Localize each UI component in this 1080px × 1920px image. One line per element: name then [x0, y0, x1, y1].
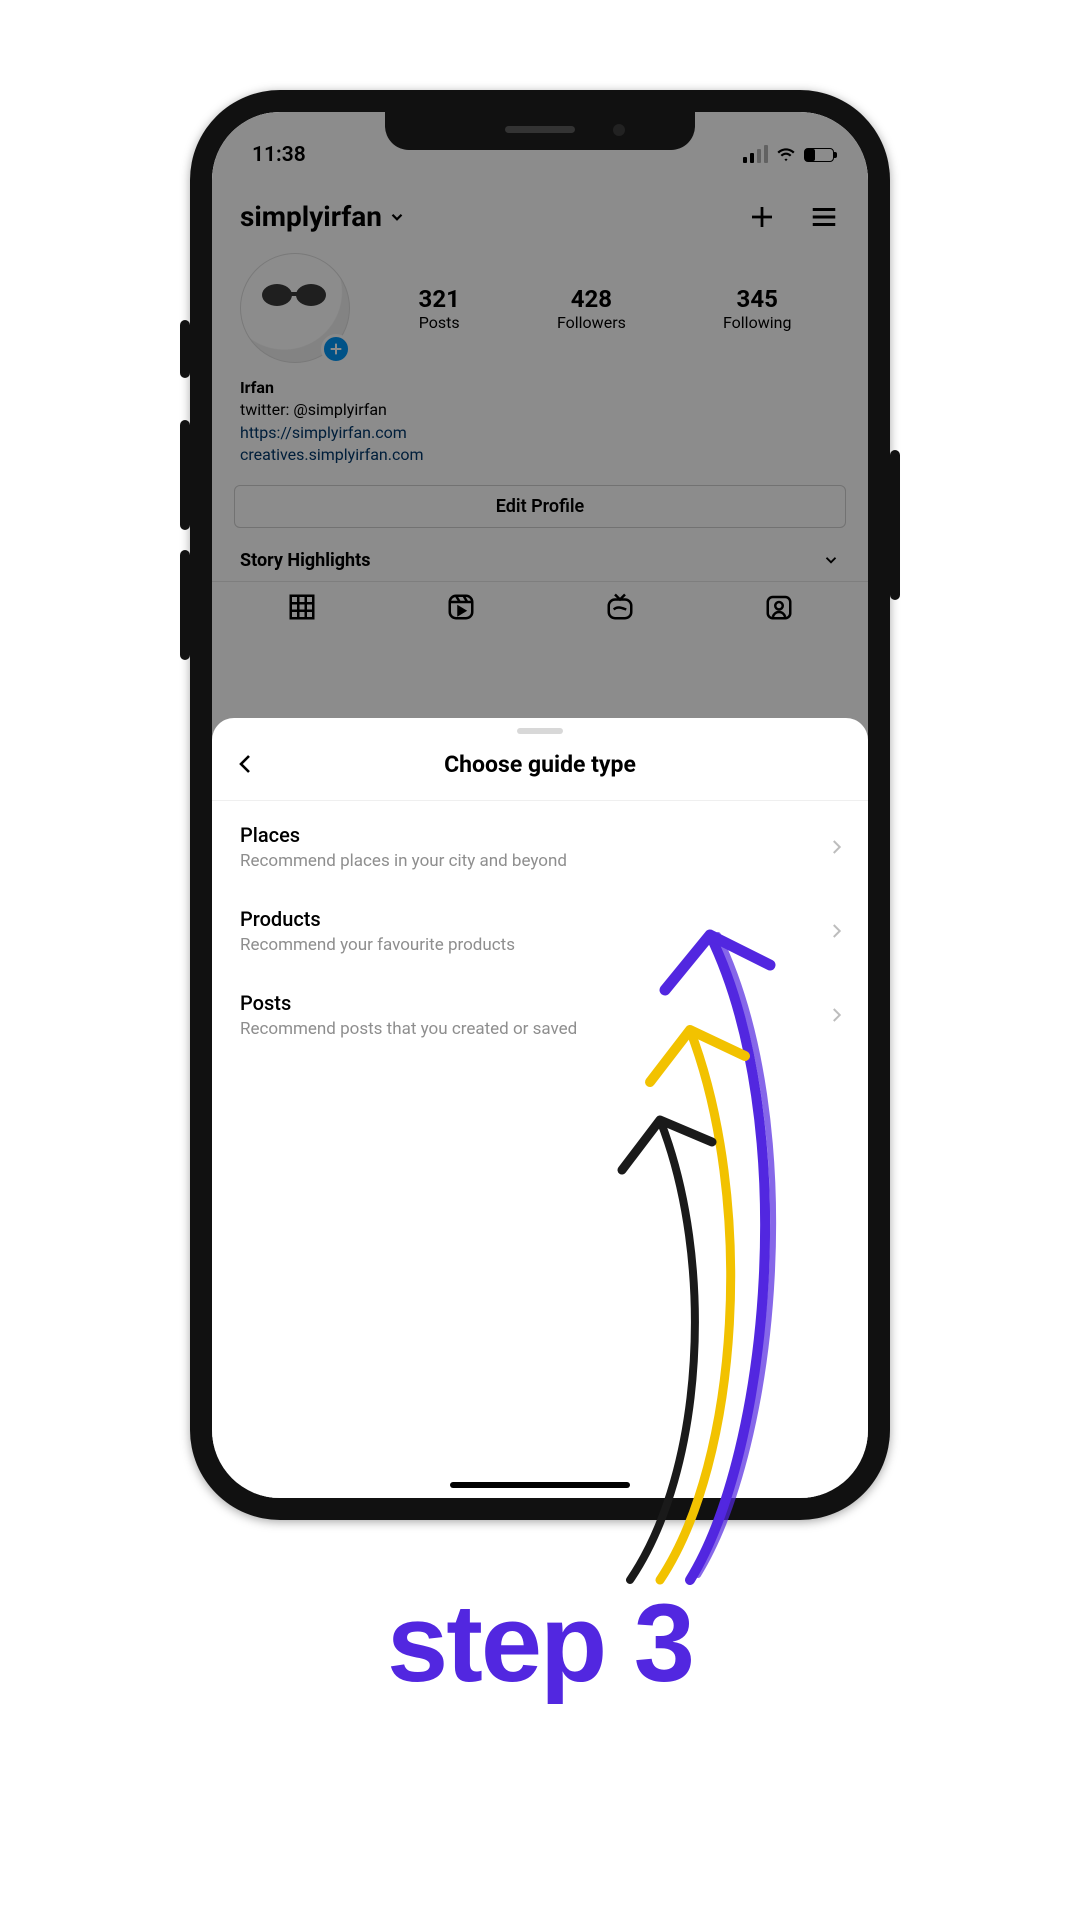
chevron-left-icon	[234, 752, 258, 776]
phone-mockup: 11:38 simplyirfan	[190, 90, 890, 1520]
row-subtitle: Recommend posts that you created or save…	[240, 1019, 826, 1039]
row-subtitle: Recommend your favourite products	[240, 935, 826, 955]
chevron-right-icon	[826, 837, 846, 857]
guide-type-products[interactable]: Products Recommend your favourite produc…	[212, 889, 868, 973]
row-title: Places	[240, 823, 826, 847]
phone-notch	[385, 112, 695, 150]
back-button[interactable]	[228, 746, 264, 782]
chevron-right-icon	[826, 921, 846, 941]
sheet-drag-handle[interactable]	[517, 728, 563, 734]
sheet-title: Choose guide type	[264, 751, 816, 778]
guide-type-posts[interactable]: Posts Recommend posts that you created o…	[212, 973, 868, 1057]
home-indicator[interactable]	[450, 1482, 630, 1488]
row-title: Products	[240, 907, 826, 931]
step-label: step 3	[0, 1580, 1080, 1707]
row-subtitle: Recommend places in your city and beyond	[240, 851, 826, 871]
guide-type-sheet: Choose guide type Places Recommend place…	[212, 718, 868, 1498]
chevron-right-icon	[826, 1005, 846, 1025]
guide-type-places[interactable]: Places Recommend places in your city and…	[212, 805, 868, 889]
row-title: Posts	[240, 991, 826, 1015]
phone-screen: 11:38 simplyirfan	[212, 112, 868, 1498]
